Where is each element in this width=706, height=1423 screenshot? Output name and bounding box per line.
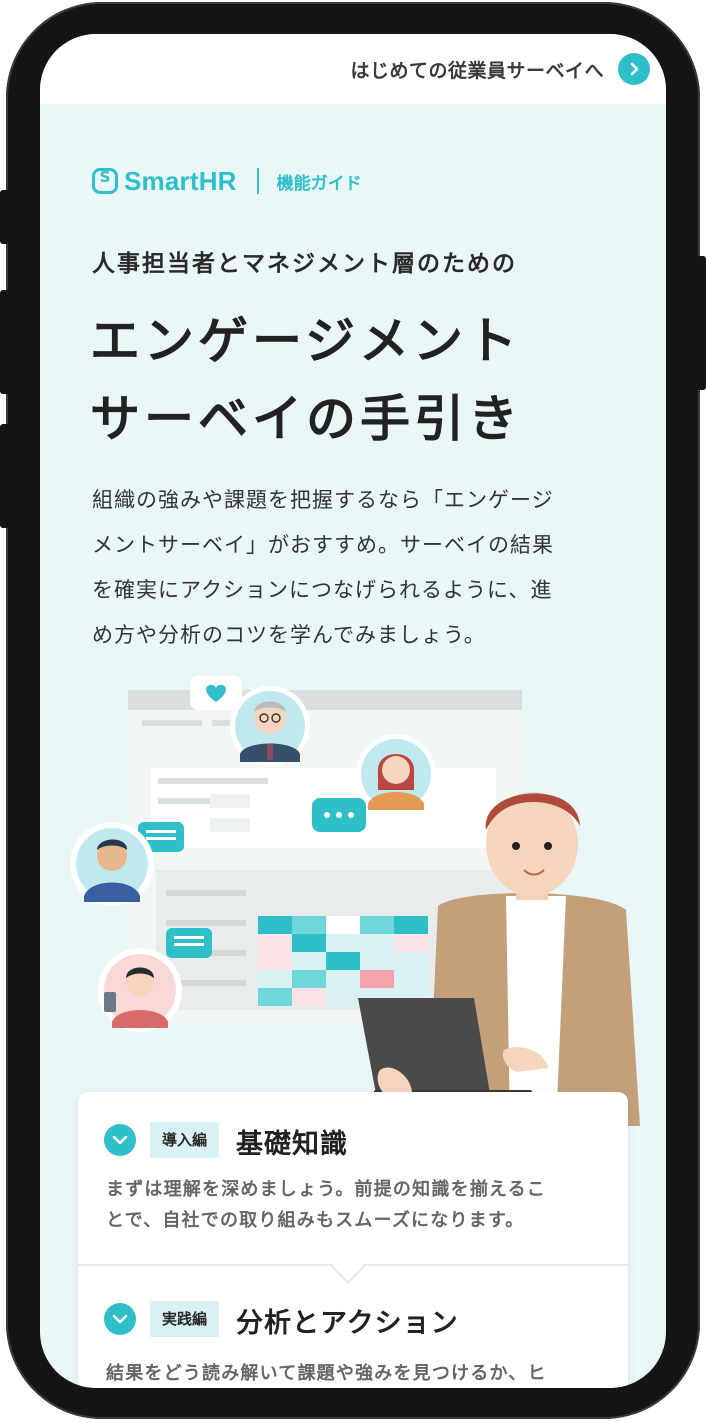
avatar-manager-illustration: [230, 686, 310, 766]
avatar-phone-woman-illustration: [98, 948, 182, 1032]
phone-side-button: [0, 424, 10, 528]
title-line: エンゲージメント: [90, 312, 521, 370]
description-line: を確実にアクションにつなげられるように、進: [92, 578, 553, 602]
chat-bubble-icon: [166, 928, 212, 958]
top-bar: はじめての従業員サーベイへ: [40, 34, 666, 104]
chevron-down-icon[interactable]: [104, 1303, 136, 1335]
title-line: サーベイの手引き: [90, 390, 522, 448]
section-description: まずは理解を深めましょう。前提の知識を揃えるこ とで、自社での取り組みもスムーズ…: [106, 1174, 606, 1236]
heart-bubble-icon: [190, 676, 242, 710]
chevron-down-icon[interactable]: [104, 1124, 136, 1156]
section-description: 結果をどう読み解いて課題や強みを見つけるか、ヒ: [106, 1358, 606, 1388]
avatar-woman-illustration: [356, 734, 436, 814]
page-title: エンゲージメント サーベイの手引き: [90, 302, 522, 458]
divider: [256, 168, 259, 194]
avatar-man-illustration: [70, 822, 154, 906]
section-tag: 導入編: [150, 1122, 220, 1158]
screen: はじめての従業員サーベイへ S SmartHR 機能ガイド 人事担当者とマネジメ…: [40, 34, 666, 1388]
section-heading[interactable]: 分析とアクション: [236, 1301, 459, 1340]
phone-side-button: [0, 290, 10, 394]
phone-side-button: [0, 190, 10, 244]
hero-description: 組織の強みや課題を把握するなら「エンゲージ メントサーベイ」がおすすめ。サーベイ…: [92, 478, 612, 658]
smarthr-logo[interactable]: SmartHR: [124, 166, 237, 197]
section-body-line: まずは理解を深めましょう。前提の知識を揃えるこ: [106, 1179, 546, 1200]
section-tag: 実践編: [150, 1301, 220, 1337]
phone-side-button: [696, 256, 706, 390]
section-body-line: 結果をどう読み解いて課題や強みを見つけるか、ヒ: [106, 1363, 547, 1384]
chevron-right-icon[interactable]: [618, 53, 650, 85]
heatmap-illustration: [258, 916, 428, 1006]
smarthr-logo-icon: S: [92, 168, 118, 194]
description-line: 組織の強みや課題を把握するなら「エンゲージ: [92, 488, 554, 512]
first-survey-link[interactable]: はじめての従業員サーベイへ: [350, 56, 604, 83]
feature-guide-label: 機能ガイド: [276, 173, 362, 194]
description-line: め方や分析のコツを学んでみましょう。: [92, 623, 486, 647]
hero-eyebrow: 人事担当者とマネジメント層のための: [92, 251, 517, 277]
brand-header: S SmartHR 機能ガイド: [92, 166, 362, 196]
guide-sections-card: 導入編 基礎知識 まずは理解を深めましょう。前提の知識を揃えるこ とで、自社での…: [78, 1092, 628, 1388]
divider-notch: [331, 1250, 365, 1284]
typing-bubble-icon: [312, 798, 366, 832]
section-heading[interactable]: 基礎知識: [236, 1122, 348, 1161]
section-body-line: とで、自社での取り組みもスムーズになります。: [106, 1210, 525, 1231]
description-line: メントサーベイ」がおすすめ。サーベイの結果: [92, 533, 554, 557]
